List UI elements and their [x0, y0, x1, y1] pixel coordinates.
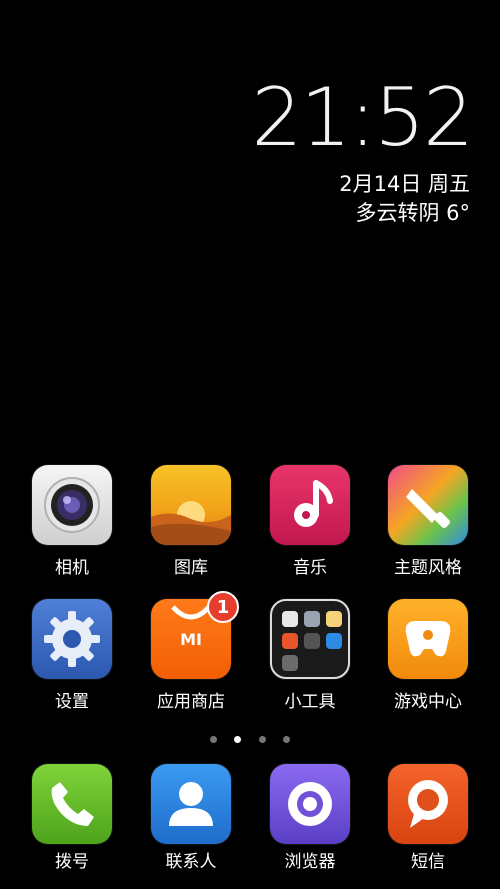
game-center-icon — [388, 599, 468, 679]
app-game-center[interactable]: 游戏中心 — [388, 599, 468, 712]
app-label: 相机 — [55, 558, 89, 578]
app-label: 小工具 — [284, 692, 336, 712]
themes-icon — [388, 465, 468, 545]
music-icon — [270, 465, 350, 545]
tools-folder-icon — [270, 599, 350, 679]
app-label: 图库 — [174, 558, 208, 578]
page-indicator[interactable] — [0, 728, 500, 747]
app-music[interactable]: 音乐 — [270, 465, 350, 578]
app-label: 浏览器 — [284, 852, 336, 872]
messages-icon — [388, 764, 468, 844]
notification-badge: 1 — [207, 591, 239, 623]
mini-app-icon — [282, 633, 298, 649]
app-store[interactable]: MI 1 应用商店 — [151, 591, 239, 712]
app-label: 主题风格 — [394, 558, 462, 578]
mini-app-icon — [304, 633, 320, 649]
weather-text: 多云转阴 6° — [355, 201, 470, 225]
settings-icon — [32, 599, 112, 679]
app-label: 音乐 — [293, 558, 327, 578]
mi-logo-text: MI — [180, 630, 202, 649]
gallery-icon — [151, 465, 231, 545]
app-settings[interactable]: 设置 — [32, 599, 112, 712]
page-dot[interactable] — [282, 736, 290, 743]
mini-app-icon — [304, 611, 320, 627]
mini-app-icon — [326, 633, 342, 649]
mini-app-icon — [326, 611, 342, 627]
app-label: 游戏中心 — [394, 692, 462, 712]
app-gallery[interactable]: 图库 — [151, 465, 231, 578]
clock-date: 2月14日 周五 — [339, 172, 470, 196]
mini-app-icon — [282, 611, 298, 627]
page-dot[interactable] — [210, 736, 218, 743]
clock-time[interactable]: 21:52 — [251, 78, 474, 158]
page-dot-active[interactable] — [234, 736, 242, 743]
camera-icon — [32, 465, 112, 545]
browser-icon — [270, 764, 350, 844]
app-themes[interactable]: 主题风格 — [388, 465, 468, 578]
phone-icon — [32, 764, 112, 844]
app-label: 联系人 — [165, 852, 217, 872]
dock-contacts[interactable]: 联系人 — [151, 764, 231, 872]
app-label: 应用商店 — [157, 692, 225, 712]
mini-app-icon — [282, 655, 298, 671]
dock-phone[interactable]: 拨号 — [32, 764, 112, 872]
dock-messages[interactable]: 短信 — [388, 764, 468, 872]
app-label: 设置 — [55, 692, 89, 712]
app-label: 短信 — [411, 852, 445, 872]
folder-tools[interactable]: 小工具 — [270, 599, 350, 712]
contacts-icon — [151, 764, 231, 844]
page-dot[interactable] — [258, 736, 266, 743]
app-camera[interactable]: 相机 — [32, 465, 112, 578]
dock-browser[interactable]: 浏览器 — [270, 764, 350, 872]
app-label: 拨号 — [55, 852, 89, 872]
